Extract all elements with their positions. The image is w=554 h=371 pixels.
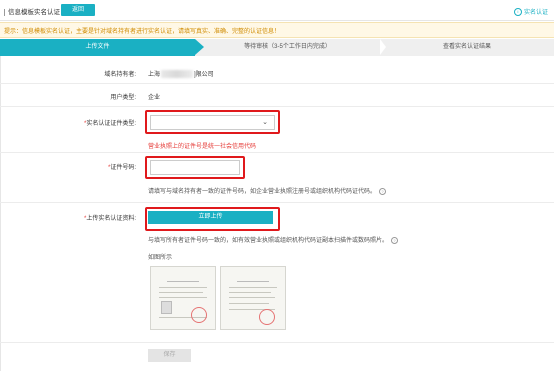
cert-photo bbox=[161, 301, 172, 314]
user-type-value: 企业 bbox=[148, 95, 161, 101]
info-circle-icon: i bbox=[513, 8, 522, 17]
upload-label: *上传实名认证资料: bbox=[0, 213, 136, 222]
redacted-blur bbox=[161, 70, 194, 79]
help-icon[interactable]: ? bbox=[391, 236, 399, 244]
holder-label: 域名持有者: bbox=[104, 72, 136, 78]
notice-banner: 提示：信息模板实名认证，主要是针对域名持有者进行实名认证，请填写真实、准确、完整… bbox=[0, 22, 554, 38]
cert-type-select[interactable]: ⌄ bbox=[150, 115, 275, 130]
holder-value: 上海 ]限公司 bbox=[148, 69, 214, 79]
cert-line bbox=[159, 292, 203, 293]
row-divider bbox=[0, 342, 554, 343]
upload-label-text: 上传实名认证资料: bbox=[86, 216, 136, 222]
cert-line bbox=[229, 297, 275, 298]
upload-hint: 与填写所有者证件号码一致的，如有效营业执照或组织机构代码证副本扫描件或数码照片。… bbox=[148, 235, 399, 244]
save-button[interactable]: 保存 bbox=[148, 349, 191, 362]
row-divider bbox=[0, 106, 554, 107]
cert-no-hint-text: 请填写与域名持有者一致的证件号码，如企业营业执照注册号或组织机构代码证代码。 bbox=[148, 189, 377, 195]
example-orgcode-image bbox=[220, 266, 286, 330]
example-license-image bbox=[150, 266, 216, 330]
cert-line bbox=[229, 287, 277, 288]
back-button[interactable]: 返回 bbox=[61, 4, 95, 16]
progress-steps: 上传文件 等待审核（3-5个工作日内完成） 查看实名认证结果 bbox=[0, 39, 554, 56]
cert-no-hint: 请填写与域名持有者一致的证件号码，如企业营业执照注册号或组织机构代码证代码。? bbox=[148, 186, 387, 195]
cert-no-input[interactable] bbox=[150, 160, 240, 175]
row-divider bbox=[0, 202, 554, 203]
help-icon[interactable]: ? bbox=[379, 187, 387, 195]
cert-no-label: *证件号码: bbox=[0, 162, 136, 171]
user-type-label: 用户类型: bbox=[110, 95, 136, 101]
step-upload: 上传文件 bbox=[0, 39, 204, 56]
cert-no-label-text: 证件号码: bbox=[110, 165, 136, 171]
top-bar: 信息模板实名认证 返回 i 实名认证 bbox=[0, 0, 554, 21]
cert-line bbox=[159, 287, 207, 288]
page-title-text: 信息模板实名认证 bbox=[8, 9, 60, 16]
stamp-icon bbox=[191, 307, 207, 323]
chevron-down-icon: ⌄ bbox=[262, 119, 268, 126]
row-divider bbox=[0, 152, 554, 153]
page-title: 信息模板实名认证 bbox=[4, 6, 60, 16]
step-result: 查看实名认证结果 bbox=[442, 44, 491, 50]
stamp-icon bbox=[259, 309, 275, 325]
cert-type-error: 营业执照上的证件号是统一社会信用代码 bbox=[148, 144, 257, 150]
cert-type-label-text: 实名认证证件类型: bbox=[86, 121, 136, 127]
realname-link-label: 实名认证 bbox=[523, 10, 548, 16]
example-label: 如图所示 bbox=[148, 255, 173, 261]
cert-line bbox=[159, 297, 207, 298]
cert-type-label: *实名认证证件类型: bbox=[0, 118, 136, 127]
realname-link[interactable]: i 实名认证 bbox=[513, 7, 548, 17]
upload-hint-text: 与填写所有者证件号码一致的，如有效营业执照或组织机构代码证副本扫描件或数码照片。 bbox=[148, 238, 389, 244]
holder-suffix: ]限公司 bbox=[194, 72, 214, 78]
holder-prefix: 上海 bbox=[148, 72, 161, 78]
cert-line bbox=[229, 303, 269, 304]
cert-line bbox=[229, 292, 271, 293]
upload-button[interactable]: 立即上传 bbox=[148, 211, 273, 224]
step-review: 等待审核（3-5个工作日内完成） bbox=[195, 39, 386, 56]
row-divider bbox=[0, 83, 554, 84]
notice-text: 提示：信息模板实名认证，主要是针对域名持有者进行实名认证，请填写真实、准确、完整… bbox=[4, 29, 281, 35]
cert-header bbox=[167, 273, 199, 282]
cert-header bbox=[237, 273, 269, 282]
